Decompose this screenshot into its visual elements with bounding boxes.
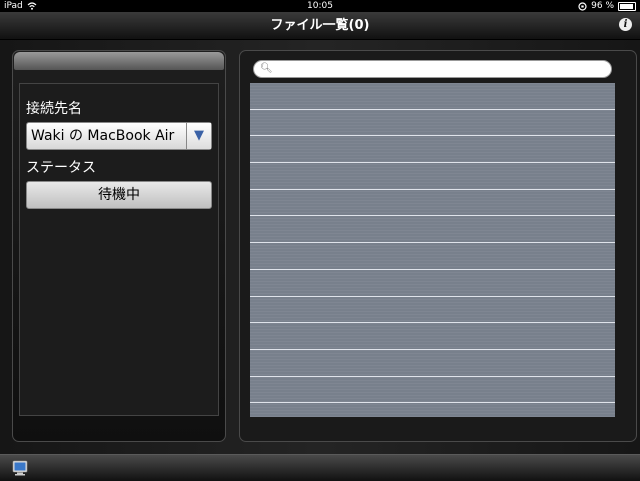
computer-icon[interactable]: [12, 460, 28, 476]
navigation-bar: ファイル一覧(0) i: [0, 12, 640, 40]
list-item[interactable]: [250, 216, 615, 244]
panel-header: [14, 52, 224, 70]
list-item[interactable]: [250, 270, 615, 297]
connection-info: 接続先名 Waki の MacBook Air ▼ ステータス 待機中: [19, 83, 219, 416]
list-item[interactable]: [250, 190, 615, 217]
list-item[interactable]: [250, 136, 615, 164]
status-value: 待機中: [26, 181, 212, 209]
file-list[interactable]: [250, 83, 615, 417]
list-item[interactable]: [250, 297, 615, 324]
list-item[interactable]: [250, 83, 615, 110]
connection-select[interactable]: Waki の MacBook Air ▼: [26, 122, 212, 150]
rotation-lock-icon: [578, 1, 587, 11]
clock: 10:05: [307, 1, 333, 11]
connection-name-label: 接続先名: [26, 101, 82, 117]
main-content: 接続先名 Waki の MacBook Air ▼ ステータス 待機中 🔍︎: [0, 40, 640, 454]
file-panel: 🔍︎: [239, 50, 637, 442]
list-item[interactable]: [250, 350, 615, 377]
page-title: ファイル一覧(0): [270, 18, 370, 33]
search-input[interactable]: 🔍︎: [253, 60, 612, 78]
battery-level: [620, 3, 634, 9]
search-icon: 🔍︎: [260, 63, 273, 74]
battery-percent: 96 %: [591, 1, 614, 11]
battery-icon: [618, 1, 636, 11]
list-item[interactable]: [250, 377, 615, 404]
list-item[interactable]: [250, 163, 615, 190]
info-icon[interactable]: i: [619, 18, 632, 31]
connection-select-value: Waki の MacBook Air: [31, 128, 175, 144]
dropdown-arrow-icon[interactable]: ▼: [186, 123, 211, 149]
connection-panel: 接続先名 Waki の MacBook Air ▼ ステータス 待機中: [12, 50, 226, 442]
list-item[interactable]: [250, 110, 615, 137]
status-label: ステータス: [26, 160, 96, 176]
list-item[interactable]: [250, 243, 615, 270]
status-bar: iPad 10:05 96 %: [0, 0, 640, 12]
bottom-toolbar: [0, 454, 640, 481]
list-item[interactable]: [250, 323, 615, 350]
